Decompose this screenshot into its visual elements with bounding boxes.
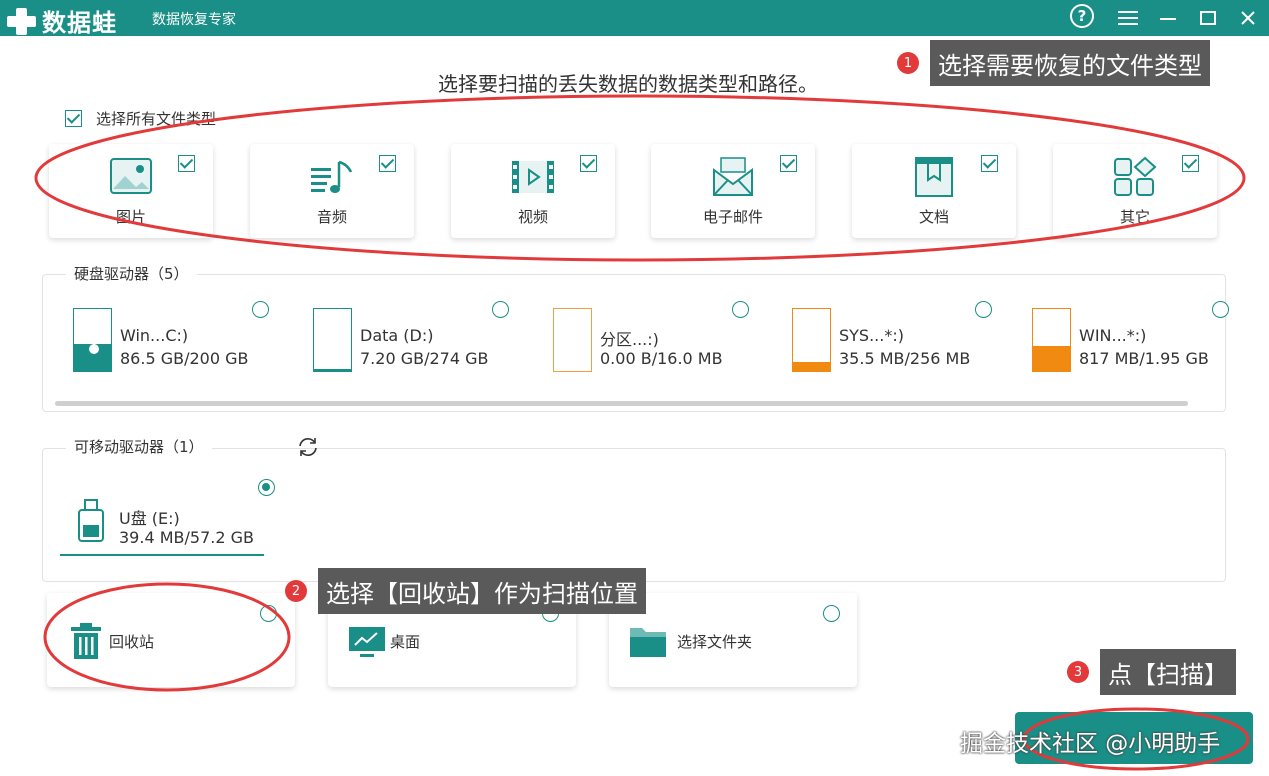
file-type-email[interactable]: 电子邮件 [651,144,815,238]
file-type-label: 电子邮件 [702,208,763,226]
usb-drive-e[interactable]: U盘 (E:) 39.4 MB/57.2 GB [60,472,264,556]
annotation-callout-1: 选择需要恢复的文件类型 [930,40,1210,86]
image-checkbox[interactable] [178,155,195,172]
location-label: 选择文件夹 [677,633,753,651]
video-checkbox[interactable] [580,155,597,172]
usb-icon [78,499,104,542]
document-checkbox[interactable] [981,155,998,172]
music-icon [311,160,353,193]
close-icon[interactable] [1234,4,1262,32]
app-logo: 数据蛙 [6,3,117,38]
drive-usage-fill [1033,345,1070,371]
video-icon [512,161,554,193]
drive-name: Data (D:) [360,326,434,345]
drive-partition-radio[interactable] [732,301,749,318]
file-type-other[interactable]: 其它 [1053,144,1217,238]
drive-partition[interactable]: 分区...:) 0.00 B/16.0 MB [553,306,783,376]
help-icon[interactable]: ? [1070,4,1094,28]
file-type-label: 图片 [115,208,146,226]
location-recycle-bin[interactable]: 回收站 [47,593,295,687]
drive-win[interactable]: WIN...*:) 817 MB/1.95 GB [1032,306,1262,376]
title-bar: 数据蛙 数据恢复专家 ? [0,0,1269,38]
usb-drive-size: 39.4 MB/57.2 GB [119,528,254,547]
file-type-label: 视频 [517,208,548,226]
app-brand: 数据蛙 [42,9,117,37]
document-icon [915,157,953,197]
recycle-bin-radio[interactable] [260,605,277,622]
select-all-checkbox[interactable] [65,110,82,127]
annotation-badge-2: 2 [285,580,307,602]
drives-scrollbar[interactable] [55,401,1188,406]
drive-size: 35.5 MB/256 MB [839,349,971,368]
drive-c-radio[interactable] [252,301,269,318]
usb-drive-name: U盘 (E:) [119,509,180,528]
watermark: 掘金技术社区 @小明助手 [960,731,1221,757]
annotation-badge-1: 1 [897,52,919,74]
file-type-label: 音频 [316,208,347,226]
logo-cross-icon [6,6,38,36]
drive-usage-fill [793,362,830,371]
annotation-callout-3: 点【扫描】 [1100,649,1236,695]
location-label: 桌面 [390,633,421,651]
annotation-badge-3: 3 [1067,661,1089,683]
trash-icon [71,623,101,659]
select-all-label: 选择所有文件类型 [96,110,217,128]
select-all-row[interactable]: 选择所有文件类型 [65,108,216,129]
annotation-callout-2: 选择【回收站】作为扫描位置 [318,568,646,614]
audio-checkbox[interactable] [379,155,396,172]
drive-size: 7.20 GB/274 GB [360,349,489,368]
file-type-document[interactable]: 文档 [852,144,1016,238]
folder-icon [630,628,666,657]
drive-c[interactable]: Win...C:) 86.5 GB/200 GB [73,306,303,376]
file-type-audio[interactable]: 音频 [250,144,414,238]
drive-name: SYS...*:) [839,326,904,345]
drive-win-radio[interactable] [1212,301,1229,318]
apple-icon [89,341,99,354]
folder-radio[interactable] [823,605,840,622]
drive-name: WIN...*:) [1079,326,1147,345]
hard-drives-heading: 硬盘驱动器（5） [66,263,197,284]
other-checkbox[interactable] [1182,155,1199,172]
app-subtitle: 数据恢复专家 [152,12,236,28]
drive-size: 817 MB/1.95 GB [1079,349,1209,368]
file-type-label: 其它 [1119,208,1150,226]
drive-size: 86.5 GB/200 GB [120,349,249,368]
usb-drive-radio[interactable] [258,479,275,496]
drive-d[interactable]: Data (D:) 7.20 GB/274 GB [313,306,543,376]
menu-icon[interactable] [1114,4,1142,32]
file-type-label: 文档 [918,208,949,226]
minimize-icon[interactable] [1154,4,1182,32]
drive-sys-radio[interactable] [975,301,992,318]
email-checkbox[interactable] [780,155,797,172]
refresh-icon[interactable] [296,436,320,458]
email-icon [713,157,753,196]
location-label: 回收站 [109,633,155,651]
image-icon [110,158,152,194]
file-type-video[interactable]: 视频 [451,144,615,238]
location-folder[interactable]: 选择文件夹 [609,593,857,687]
drive-d-radio[interactable] [492,301,509,318]
other-icon [1114,156,1157,196]
file-type-image[interactable]: 图片 [49,144,213,238]
drive-name: Win...C:) [120,326,189,345]
desktop-icon [349,627,385,657]
maximize-icon[interactable] [1194,4,1222,32]
removable-drives-heading: 可移动驱动器（1） [66,436,212,457]
drive-usage-fill [314,369,351,371]
drive-size: 0.00 B/16.0 MB [600,349,723,368]
drive-name: 分区...:) [600,330,659,349]
